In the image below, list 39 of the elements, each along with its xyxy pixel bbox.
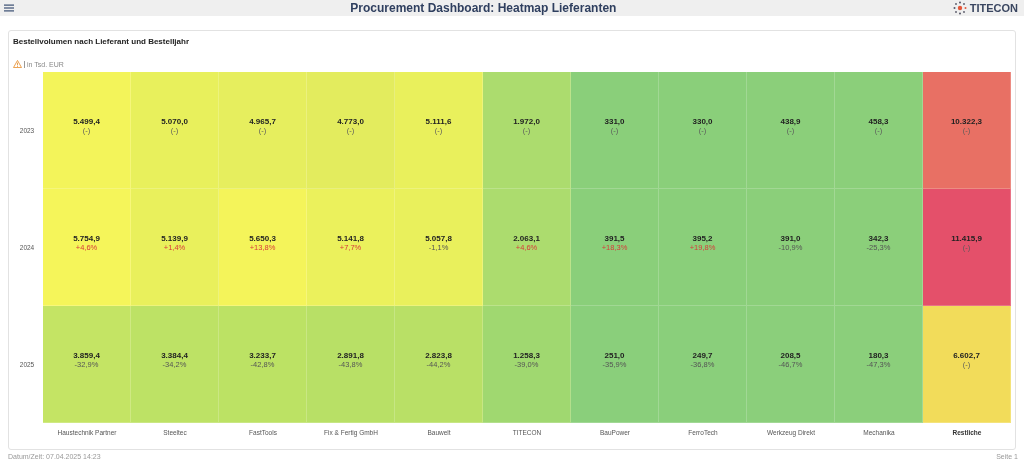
cell-value: 5.141,8 — [337, 234, 364, 243]
cell-value: 5.057,8 — [425, 234, 452, 243]
cell-value: 1.972,0 — [513, 117, 540, 126]
logo-icon — [952, 1, 967, 15]
cell-value: 2.063,1 — [513, 234, 540, 243]
cell-value: 5.070,0 — [161, 117, 188, 126]
warning-icon — [13, 60, 22, 68]
dashboard-title: Procurement Dashboard: Heatmap Lieferanten — [349, 1, 618, 15]
cell-value: 5.754,9 — [73, 234, 100, 243]
card-title: Bestellvolumen nach Lieferant und Bestelljahr — [12, 37, 191, 46]
cell-value: 11.415,9 — [951, 234, 982, 243]
cell-value: 5.139,9 — [161, 234, 188, 243]
cell-value: 5.499,4 — [73, 117, 100, 126]
cell-value: 5.650,3 — [249, 234, 276, 243]
cell-value: 2.891,8 — [337, 351, 364, 360]
cell-value: 458,3 — [868, 117, 889, 126]
cell-value: 3.859,4 — [73, 351, 100, 360]
cell-value: 180,3 — [868, 351, 889, 360]
cell-value: 391,5 — [604, 234, 625, 243]
cell-value: 249,7 — [692, 351, 713, 360]
cell-value: 330,0 — [692, 117, 713, 126]
cell-value: 10.322,3 — [950, 117, 983, 126]
cell-value: 3.384,4 — [161, 351, 188, 360]
cell-value: 331,0 — [604, 117, 625, 126]
logo-text: TITECON — [969, 2, 1018, 14]
cell-value: 395,2 — [692, 234, 713, 243]
cell-value: 251,0 — [604, 351, 625, 360]
cell-value: 2.823,8 — [425, 351, 452, 360]
cell-value: 438,9 — [780, 117, 801, 126]
cell-value: 4.773,0 — [337, 117, 364, 126]
cell-value: 6.602,7 — [953, 351, 980, 360]
cell-value: 5.111,6 — [425, 117, 452, 126]
cell-value: 3.233,7 — [249, 351, 276, 360]
cell-value: 1.258,3 — [513, 351, 540, 360]
cell-value: 208,5 — [780, 351, 801, 360]
cell-value: 342,3 — [868, 234, 889, 243]
menu-icon[interactable] — [4, 4, 14, 12]
cell-value: 4.965,7 — [249, 117, 276, 126]
cell-value: 391,0 — [780, 234, 801, 243]
